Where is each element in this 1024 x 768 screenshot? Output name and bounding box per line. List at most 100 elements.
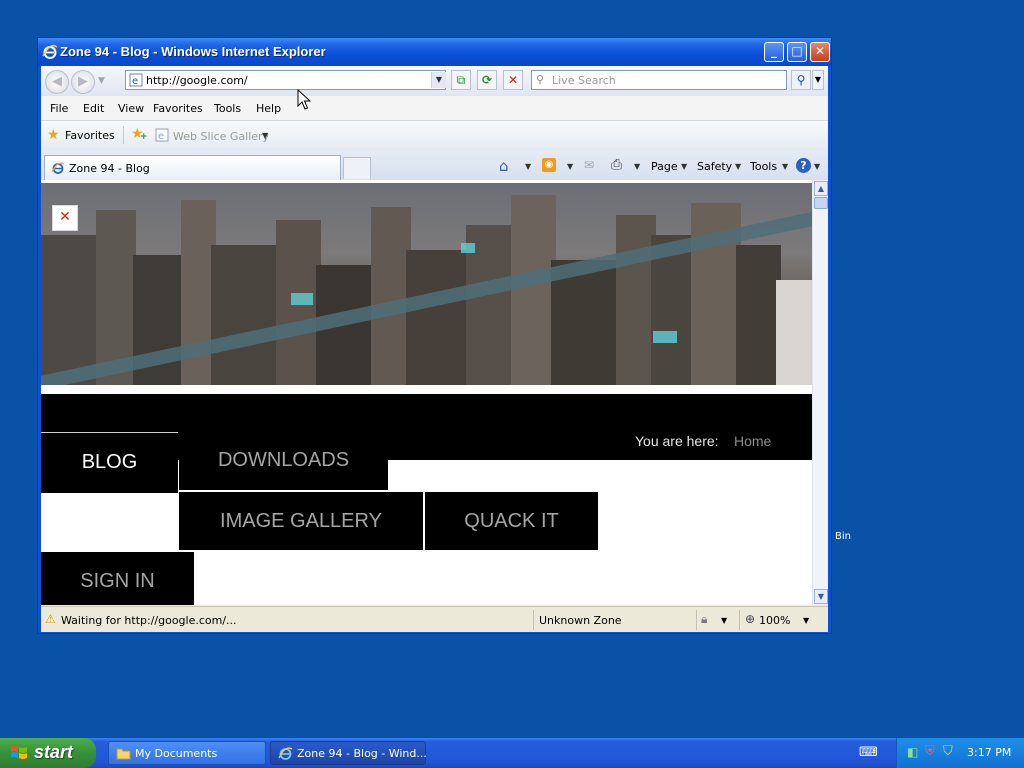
address-input[interactable]	[146, 72, 426, 88]
zoom-icon[interactable]: ⊕	[745, 612, 755, 626]
tab-row: Zone 94 - Blog ⌂ ▼ ◉ ▼ ✉ ⎙ ▼ Page ▼ Safe…	[41, 150, 828, 181]
page-icon: e	[129, 73, 143, 87]
nav-sign-in[interactable]: SIGN IN	[41, 552, 194, 605]
feed-dropdown-icon[interactable]: ▼	[567, 162, 573, 171]
keyboard-icon[interactable]: ⌨	[859, 745, 878, 760]
title-bar[interactable]: Zone 94 - Blog - Windows Internet Explor…	[38, 38, 831, 66]
svg-text:e: e	[132, 76, 138, 87]
favorites-separator	[123, 126, 124, 144]
rss-feed-icon[interactable]: ◉	[542, 158, 556, 172]
menu-bar: File Edit View Favorites Tools Help	[41, 96, 828, 121]
close-button[interactable]: ✕	[810, 42, 830, 62]
help-dropdown-icon[interactable]: ▼	[814, 162, 820, 171]
web-slice-gallery-link[interactable]: Web Slice Gallery	[173, 130, 269, 143]
search-input[interactable]	[552, 72, 782, 88]
status-bar: ⚠ Waiting for http://google.com/... Unkn…	[41, 606, 828, 632]
vertical-scrollbar[interactable]: ▲ ▼	[812, 180, 828, 605]
breadcrumb-home-link[interactable]: Home	[734, 433, 771, 449]
status-separator	[696, 610, 697, 630]
favorites-star-icon[interactable]: ★	[47, 127, 60, 143]
menu-tools[interactable]: Tools	[214, 102, 241, 115]
refresh-icon[interactable]: ⟳	[477, 70, 497, 90]
address-toolbar: ◀ ▶ ▼ e ▼ ⧉ ⟳ ✕ ⚲ ⚲ ▼	[41, 66, 828, 96]
system-tray: ◧ ⛨ ⛉ 3:17 PM	[896, 738, 1024, 768]
page-dropdown-icon[interactable]: ▼	[681, 162, 687, 171]
recycle-bin-label[interactable]: Bin	[835, 531, 851, 542]
city-banner-image: ✕	[41, 183, 812, 385]
clock[interactable]: 3:17 PM	[967, 746, 1011, 759]
ie-window: Zone 94 - Blog - Windows Internet Explor…	[37, 37, 832, 634]
back-button[interactable]: ◀	[45, 70, 69, 94]
forward-button[interactable]: ▶	[71, 70, 95, 94]
warning-icon: ⚠	[45, 612, 56, 626]
tools-dropdown-icon[interactable]: ▼	[782, 162, 788, 171]
tools-menu[interactable]: Tools	[750, 160, 777, 173]
favorites-bar: ★ Favorites ★ + e Web Slice Gallery ▼	[41, 121, 828, 149]
security-zone[interactable]: Unknown Zone	[539, 614, 622, 627]
print-dropdown-icon[interactable]: ▼	[634, 162, 640, 171]
address-box[interactable]: e ▼	[125, 70, 446, 90]
help-icon[interactable]: ?	[796, 158, 811, 173]
search-icon: ⚲	[536, 73, 545, 86]
ie-logo-icon	[42, 44, 58, 59]
nav-downloads[interactable]: DOWNLOADS	[179, 432, 388, 490]
favorites-button[interactable]: Favorites	[65, 129, 115, 142]
recent-pages-dropdown[interactable]: ▼	[98, 76, 105, 86]
mouse-cursor-icon	[297, 89, 311, 110]
ie-page-icon	[51, 162, 65, 174]
scroll-up-arrow-icon[interactable]: ▲	[814, 181, 828, 196]
nav-quack-it[interactable]: QUACK IT	[425, 492, 598, 550]
window-title: Zone 94 - Blog - Windows Internet Explor…	[60, 44, 326, 59]
protected-mode-icon[interactable]: 🔒︎	[701, 612, 707, 627]
nav-blog[interactable]: BLOG	[41, 432, 178, 493]
tab-label: Zone 94 - Blog	[69, 162, 150, 175]
zoom-level[interactable]: 100%	[759, 614, 790, 627]
web-slice-dropdown-icon[interactable]: ▼	[262, 131, 268, 140]
safety-dropdown-icon[interactable]: ▼	[735, 162, 741, 171]
status-separator	[739, 610, 740, 630]
web-slice-icon: e	[155, 128, 169, 142]
tab-zone94-blog[interactable]: Zone 94 - Blog	[44, 155, 341, 180]
stop-icon[interactable]: ✕	[503, 70, 523, 90]
status-separator	[533, 610, 534, 630]
home-icon[interactable]: ⌂	[499, 157, 509, 175]
network-icon[interactable]: ◧	[907, 745, 918, 759]
breadcrumb-label: You are here:	[635, 433, 719, 449]
nav-image-gallery[interactable]: IMAGE GALLERY	[179, 492, 423, 550]
menu-help[interactable]: Help	[256, 102, 281, 115]
minimize-button[interactable]: _	[764, 42, 784, 62]
menu-file[interactable]: File	[50, 102, 68, 115]
menu-favorites[interactable]: Favorites	[153, 102, 203, 115]
search-box[interactable]: ⚲	[531, 70, 787, 90]
protected-mode-dropdown-icon[interactable]: ▼	[721, 616, 727, 625]
windows-flag-icon	[11, 746, 27, 759]
search-go-icon[interactable]: ⚲	[791, 70, 811, 90]
print-icon[interactable]: ⎙	[611, 157, 622, 173]
ie-logo-icon	[278, 747, 293, 760]
zoom-dropdown-icon[interactable]: ▼	[803, 616, 809, 625]
start-button[interactable]: start	[0, 738, 96, 768]
security-alert-icon[interactable]: ⛨	[925, 744, 935, 759]
task-label: My Documents	[135, 747, 218, 760]
menu-edit[interactable]: Edit	[83, 102, 104, 115]
task-internet-explorer[interactable]: Zone 94 - Blog - Wind...	[270, 741, 427, 765]
scroll-thumb[interactable]	[814, 197, 828, 209]
scroll-down-arrow-icon[interactable]: ▼	[814, 589, 828, 604]
safety-menu[interactable]: Safety	[697, 160, 732, 173]
new-tab-button[interactable]	[343, 157, 371, 179]
compatibility-view-icon[interactable]: ⧉	[451, 70, 471, 90]
task-my-documents[interactable]: My Documents	[108, 741, 266, 765]
search-options-dropdown[interactable]: ▼	[812, 70, 824, 90]
security-center-icon[interactable]: ⛉	[943, 744, 953, 759]
maximize-button[interactable]: □	[787, 42, 807, 62]
read-mail-icon[interactable]: ✉	[584, 158, 594, 172]
home-dropdown-icon[interactable]: ▼	[525, 162, 531, 171]
folder-icon	[116, 748, 131, 760]
start-label: start	[34, 742, 74, 762]
broken-image-icon: ✕	[52, 205, 78, 231]
page-viewport: ✕ You are here: Home BLOG DOWNLOADS IMAG…	[41, 180, 828, 605]
address-dropdown-arrow[interactable]: ▼	[431, 72, 446, 88]
page-menu[interactable]: Page	[651, 160, 678, 173]
menu-view[interactable]: View	[118, 102, 144, 115]
status-text: Waiting for http://google.com/...	[61, 614, 237, 627]
